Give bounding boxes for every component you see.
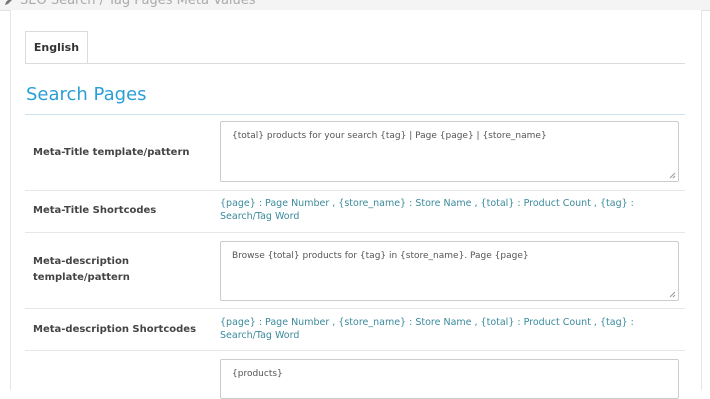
section-title: Search Pages [26,84,147,105]
meta-description-shortcodes: {page} : Page Number , {store_name} : St… [220,317,634,341]
row-divider [25,308,685,309]
tab-english[interactable]: English [25,31,88,64]
row-divider [25,232,685,233]
resize-grip-icon[interactable] [669,172,676,179]
panel-title: SEO Search / Tag Pages Meta Values [20,0,256,8]
tabs-divider [25,63,685,64]
products-value: {products} [232,369,283,379]
meta-description-textarea[interactable]: Browse {total} products for {tag} in {st… [220,241,679,301]
meta-title-shortcodes: {page} : Page Number , {store_name} : St… [220,198,634,222]
meta-title-textarea[interactable]: {total} products for your search {tag} |… [220,121,679,182]
resize-grip-icon[interactable] [669,291,676,298]
meta-description-value: Browse {total} products for {tag} in {st… [232,251,529,261]
row-divider [25,190,685,191]
products-textarea[interactable]: {products} [220,359,679,399]
meta-title-value: {total} products for your search {tag} |… [232,131,547,141]
meta-description-label: Meta-description template/pattern [33,256,130,283]
section-divider [25,114,685,115]
meta-description-shortcodes-label: Meta-description Shortcodes [33,324,197,335]
row-divider [25,350,685,351]
meta-title-shortcodes-label: Meta-Title Shortcodes [33,205,157,216]
pencil-icon [5,0,12,5]
meta-title-label: Meta-Title template/pattern [33,147,190,158]
